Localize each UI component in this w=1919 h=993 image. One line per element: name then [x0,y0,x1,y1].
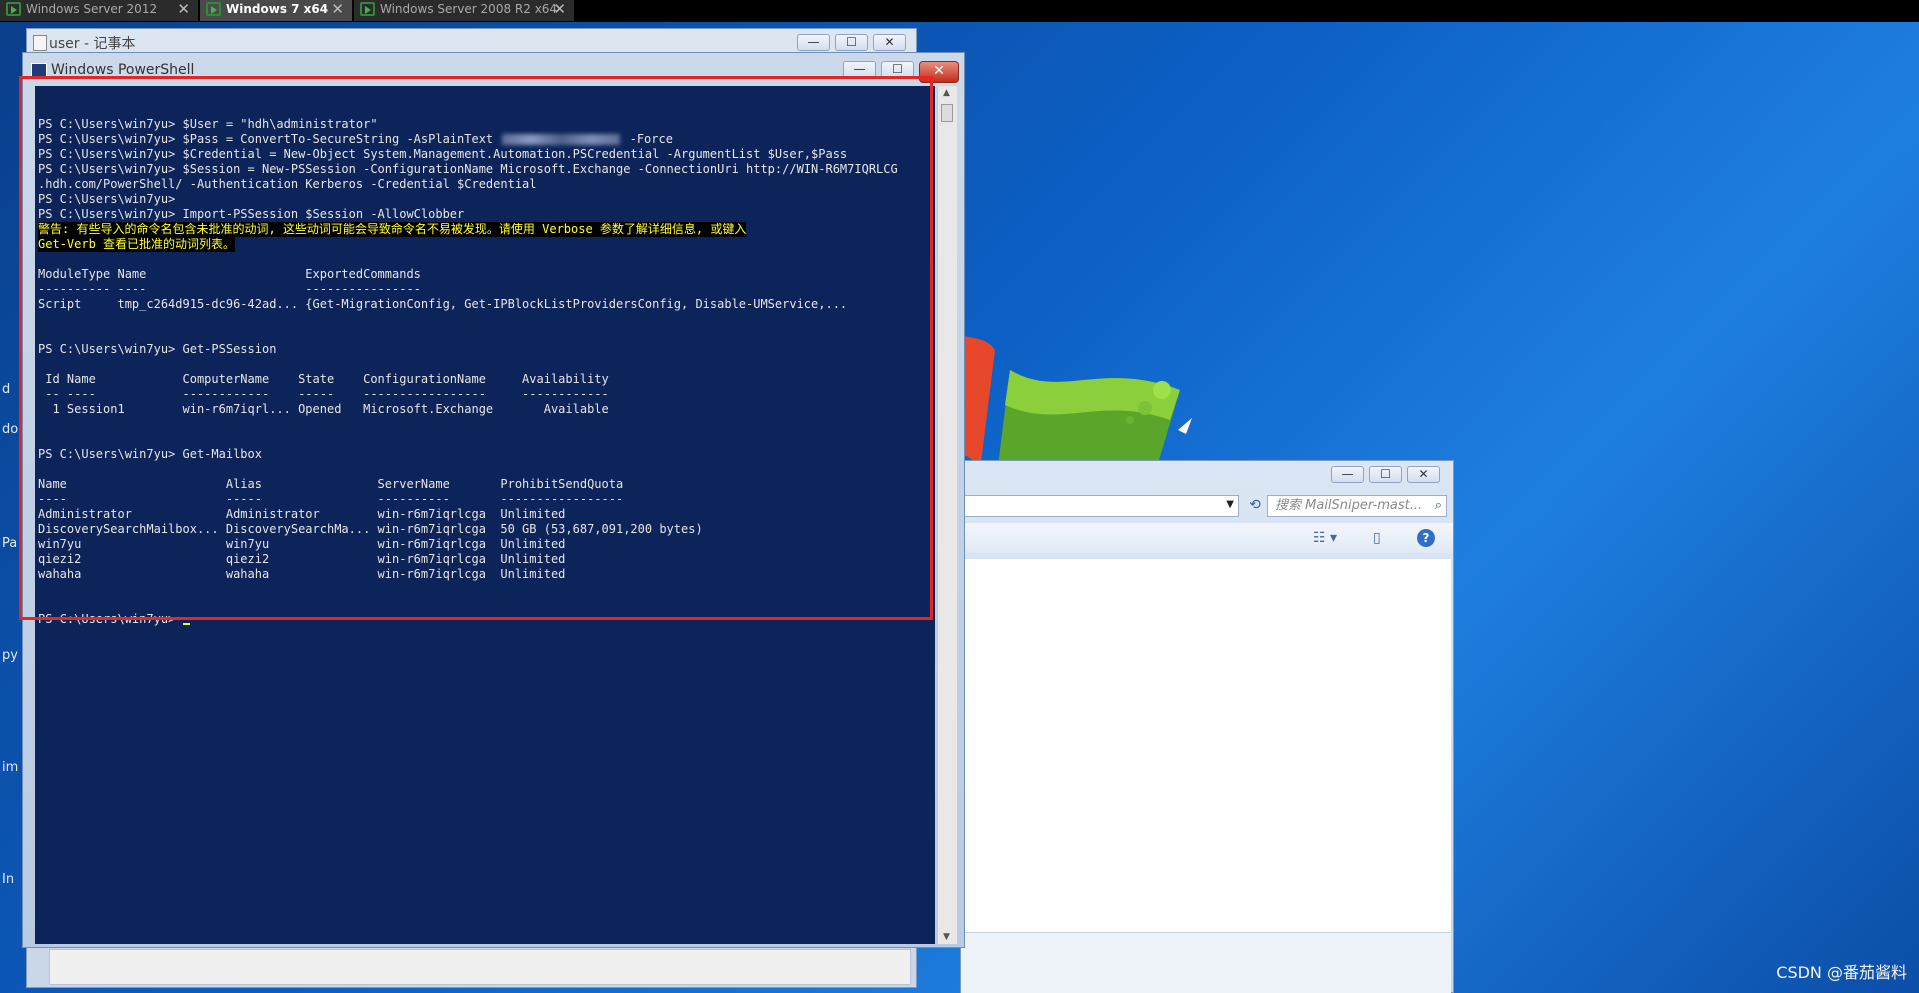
view-options-icon[interactable]: ☷ ▾ [1313,530,1337,546]
explorer-window[interactable]: — ☐ ✕ ▼ ⟲ 搜索 MailSniper-mast... ⌕ ☷ ▾ ▯ … [960,460,1454,993]
table-separator: -- ---- ------------ ----- -------------… [38,387,609,401]
table-separator: ---- ----- ---------- ----------------- [38,492,624,506]
maximize-button[interactable]: ☐ [835,34,868,51]
vm-tab-windows-server-2012[interactable]: Windows Server 2012 ✕ [0,0,198,21]
maximize-button[interactable]: ☐ [881,61,914,78]
table-row: wahaha wahaha win-r6m7iqrlcga Unlimited [38,567,566,581]
vm-icon [206,2,221,16]
powershell-icon [31,63,47,78]
help-icon[interactable]: ? [1417,529,1435,547]
console-text: PS C:\Users\win7yu> $Pass = ConvertTo-Se… [38,132,501,146]
close-button[interactable]: ✕ [919,61,959,83]
watermark: CSDN @番茄酱料 [1776,963,1907,982]
warning-line: Get-Verb 查看已批准的动词列表。 [38,237,236,252]
notepad-bottom-scrollbar[interactable] [49,949,911,985]
table-header: ModuleType Name ExportedCommands [38,267,421,281]
file-list-area[interactable] [961,559,1451,932]
vm-tab-label: Windows Server 2008 R2 x64 [380,2,558,16]
table-row: 1 Session1 win-r6m7iqrl... Opened Micros… [38,402,609,416]
console-line: PS C:\Users\win7yu> $User = "hdh\adminis… [38,117,378,131]
vm-icon [360,2,375,16]
minimize-button[interactable]: — [1331,466,1364,483]
refresh-icon[interactable]: ⟲ [1245,497,1265,517]
desktop-icon-label[interactable]: d [2,382,10,397]
vm-tab-label: Windows 7 x64 [226,2,329,16]
vm-tab-windows-7-x64[interactable]: Windows 7 x64 ✕ [200,0,352,21]
minimize-button[interactable]: — [797,34,830,51]
console-text: -Force [622,132,673,146]
window-title: Windows PowerShell [51,62,195,78]
console-output[interactable]: PS C:\Users\win7yu> $User = "hdh\adminis… [35,86,935,944]
close-button[interactable]: ✕ [1407,466,1440,483]
vm-tab-bar: Windows Server 2012 ✕ Windows 7 x64 ✕ Wi… [0,0,1919,22]
vertical-scrollbar[interactable]: ▲ ▼ [937,86,957,944]
scroll-down-icon[interactable]: ▼ [943,932,950,942]
table-header: Id Name ComputerName State Configuration… [38,372,609,386]
desktop-icon-label[interactable]: Pa [2,536,17,551]
desktop-icon-label[interactable]: im [2,760,18,775]
console-line: PS C:\Users\win7yu> $Credential = New-Ob… [38,147,848,161]
notepad-icon [33,35,47,51]
console-line: PS C:\Users\win7yu> $Pass = ConvertTo-Se… [38,132,673,147]
table-row: win7yu win7yu win-r6m7iqrlcga Unlimited [38,537,566,551]
console-line: PS C:\Users\win7yu> [38,192,176,206]
vm-tab-label: Windows Server 2012 [26,2,158,16]
dropdown-icon[interactable]: ▼ [1226,499,1234,510]
search-placeholder: 搜索 MailSniper-mast... [1275,498,1423,513]
powershell-window[interactable]: Windows PowerShell — ☐ ✕ PS C:\Users\win… [22,52,965,948]
close-icon[interactable]: ✕ [177,0,190,18]
table-header: Name Alias ServerName ProhibitSendQuota [38,477,624,491]
redacted-password [502,134,621,145]
details-pane [961,932,1451,993]
address-bar[interactable]: ▼ [961,495,1239,517]
vm-tab-windows-server-2008[interactable]: Windows Server 2008 R2 x64 ✕ [354,0,574,21]
close-icon[interactable]: ✕ [553,0,566,18]
console-line: PS C:\Users\win7yu> Get-PSSession [38,342,277,356]
window-title: user - 记事本 [49,36,136,52]
prompt-text: PS C:\Users\win7yu> [38,612,183,626]
desktop-icon-label[interactable]: py [2,648,18,663]
scroll-thumb[interactable] [941,104,953,122]
console-line: PS C:\Users\win7yu> Get-Mailbox [38,447,262,461]
console-line: PS C:\Users\win7yu> Import-PSSession $Se… [38,207,465,221]
close-button[interactable]: ✕ [873,34,906,51]
preview-pane-icon[interactable]: ▯ [1373,530,1381,546]
explorer-toolbar: ☷ ▾ ▯ ? [961,523,1453,553]
prompt-line[interactable]: PS C:\Users\win7yu> [38,612,190,627]
desktop-icon-label[interactable]: do [2,422,18,437]
table-separator: ---------- ---- ---------------- [38,282,421,296]
warning-line: 警告: 有些导入的命令名包含未批准的动词, 这些动词可能会导致命令名不易被发现。… [38,222,747,237]
minimize-button[interactable]: — [843,61,876,78]
desktop-icon-label[interactable]: In [2,872,14,887]
maximize-button[interactable]: ☐ [1369,466,1402,483]
text-cursor [182,623,190,625]
table-row: DiscoverySearchMailbox... DiscoverySearc… [38,522,703,536]
vm-icon [6,2,21,16]
table-row: Administrator Administrator win-r6m7iqrl… [38,507,566,521]
console-line: .hdh.com/PowerShell/ -Authentication Ker… [38,177,537,191]
close-icon[interactable]: ✕ [331,0,344,18]
search-icon[interactable]: ⌕ [1435,496,1442,516]
search-input[interactable]: 搜索 MailSniper-mast... ⌕ [1267,495,1447,517]
table-row: qiezi2 qiezi2 win-r6m7iqrlcga Unlimited [38,552,566,566]
console-line: PS C:\Users\win7yu> $Session = New-PSSes… [38,162,898,176]
scroll-up-icon[interactable]: ▲ [943,88,950,98]
table-row: Script tmp_c264d915-dc96-42ad... {Get-Mi… [38,297,848,311]
